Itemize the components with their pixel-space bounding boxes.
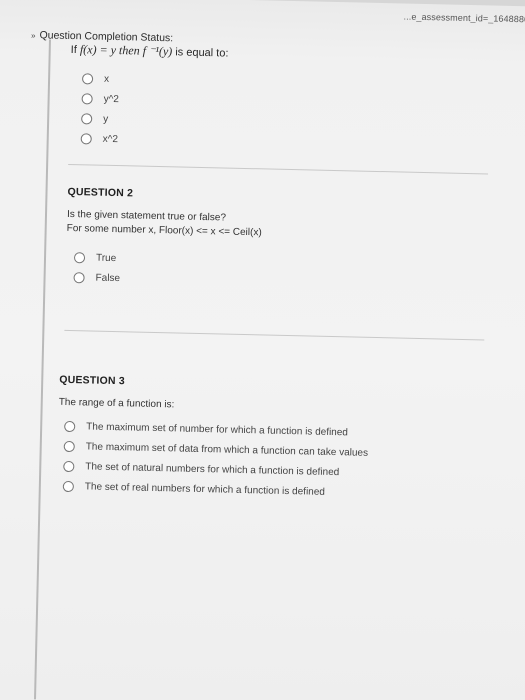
question-3-title: QUESTION 3: [59, 373, 125, 388]
radio-button[interactable]: [64, 420, 76, 432]
screen: ...e_assessment_id=_1648886_1&course_id=…: [0, 0, 525, 700]
option-x[interactable]: x: [81, 68, 120, 89]
option-label: y: [103, 113, 109, 125]
radio-button[interactable]: [81, 72, 94, 84]
question-2-options: True False: [73, 247, 120, 288]
option-false[interactable]: False: [73, 267, 120, 288]
option-label: True: [95, 252, 117, 264]
option-label: y^2: [103, 93, 120, 105]
question-separator: [64, 329, 485, 341]
radio-button[interactable]: [73, 271, 85, 283]
radio-button[interactable]: [73, 251, 86, 263]
prompt-math: f(x) = y then f ⁻¹(y): [79, 42, 173, 59]
question-2-title: QUESTION 2: [67, 185, 134, 200]
radio-button[interactable]: [63, 460, 75, 472]
expand-caret-icon[interactable]: »: [31, 31, 36, 40]
radio-button[interactable]: [80, 132, 92, 144]
option-true[interactable]: True: [73, 247, 121, 268]
option-label: The maximum set of number for which a fu…: [86, 420, 349, 438]
radio-button[interactable]: [81, 112, 93, 124]
question-3-options: The maximum set of number for which a fu…: [62, 416, 369, 503]
question-2-prompt: Is the given statement true or false? Fo…: [67, 208, 263, 240]
radio-button[interactable]: [81, 92, 93, 104]
assessment-page: ...e_assessment_id=_1648886_1&course_id=…: [0, 0, 525, 700]
question-3-prompt: The range of a function is:: [58, 396, 175, 411]
question-1-prompt: If f(x) = y then f ⁻¹(y) is equal to:: [71, 42, 229, 61]
option-y[interactable]: y: [81, 108, 119, 129]
content-divider: [34, 39, 51, 700]
option-label: The maximum set of data from which a fun…: [85, 440, 369, 459]
option-label: The set of natural numbers for which a f…: [85, 460, 340, 478]
option-y-squared[interactable]: y^2: [81, 88, 119, 109]
option-label: x^2: [102, 133, 119, 145]
radio-button[interactable]: [62, 480, 74, 492]
question-1-options: x y^2 y x^2: [80, 68, 120, 149]
prompt-suffix: is equal to:: [172, 46, 229, 60]
question-separator: [68, 163, 489, 175]
radio-button[interactable]: [63, 440, 75, 452]
option-label: The set of real numbers for which a func…: [84, 480, 326, 498]
url-text: ...e_assessment_id=_1648886_1&course_id=…: [403, 11, 525, 27]
option-label: x: [103, 73, 110, 85]
option-x-squared[interactable]: x^2: [80, 128, 119, 149]
option-label: False: [95, 272, 121, 284]
